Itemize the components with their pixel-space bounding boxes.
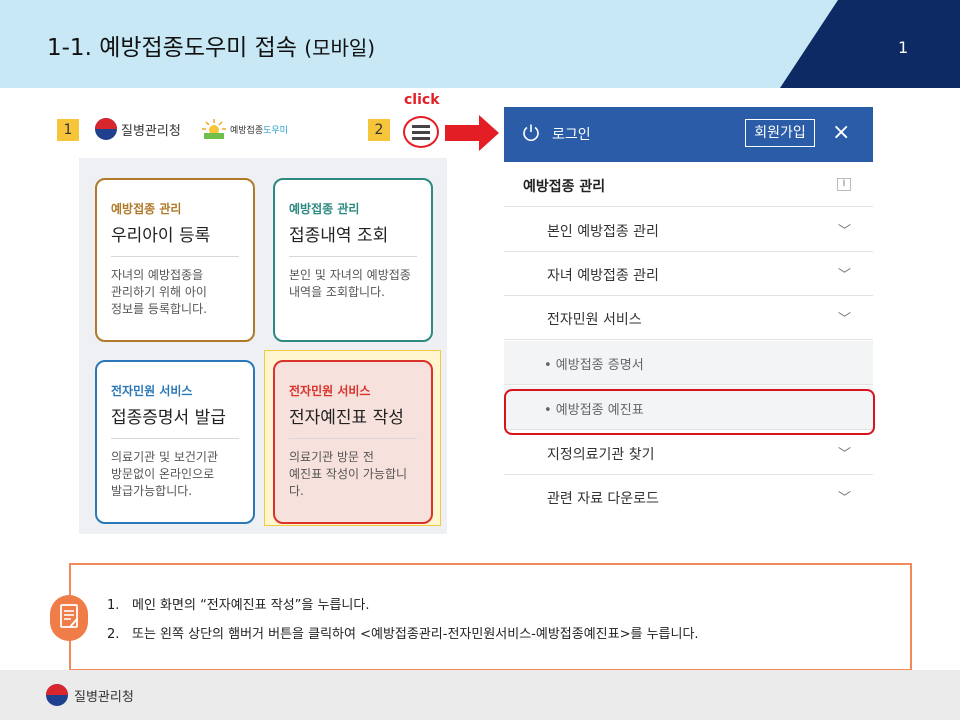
hamburger-line-icon [412,130,430,134]
slide-header: 1-1. 예방접종도우미 접속 (모바일) 1 [0,0,960,88]
drawer-header: 로그인 회원가입 × [504,107,873,162]
card-category: 예방접종 관리 [111,202,182,216]
mobile-menu-drawer: 로그인 회원가입 × 예방접종 관리 I 본인 예방접종 관리 ﹀ 자녀 예방접… [504,107,873,525]
menu-item-label: 지정의료기관 찾기 [547,447,655,463]
kdca-logo-text: 질병관리청 [121,123,181,139]
card-description: 의료기관 및 보건기관 방문없이 온라인으로 발급가능합니다. [111,450,218,498]
header-navy-shape [780,0,960,88]
menu-section-label: 예방접종 관리 [523,179,606,195]
card-description: 자녀의 예방접종을 관리하기 위해 아이 정보를 등록합니다. [111,268,207,316]
signup-button[interactable]: 회원가입 [745,119,815,147]
login-link[interactable]: 로그인 [552,124,591,144]
card-vaccination-history[interactable]: 예방접종 관리 접종내역 조회 본인 및 자녀의 예방접종 내역을 조회합니다. [273,178,433,342]
card-e-prescreening[interactable]: 전자민원 서비스 전자예진표 작성 의료기관 방문 전 예진표 작성이 가능합니다… [273,360,433,524]
menu-item-label: 관련 자료 다운로드 [547,491,659,507]
menu-item-downloads[interactable]: 관련 자료 다운로드 ﹀ [504,475,873,519]
card-description: 의료기관 방문 전 예진표 작성이 가능합니다. [289,450,408,498]
menu-item-e-civil-service[interactable]: 전자민원 서비스 ﹀ [504,296,873,340]
kdca-logo[interactable]: 질병관리청 [95,118,181,140]
card-title: 우리아이 등록 [111,221,239,257]
chevron-down-icon: ﹀ [838,491,852,506]
hamburger-menu-button[interactable] [403,116,439,148]
chevron-down-icon: ﹀ [838,224,852,239]
footer-logo-text: 질병관리청 [74,689,134,705]
page-number: 1 [898,38,909,57]
card-certificate-issue[interactable]: 전자민원 서비스 접종증명서 발급 의료기관 및 보건기관 방문없이 온라인으로 발… [95,360,255,524]
card-description: 본인 및 자녀의 예방접종 내역을 조회합니다. [289,268,411,299]
footer-logo: 질병관리청 [46,684,134,706]
slide-title-text: 1-1. 예방접종도우미 접속 [47,35,297,61]
menu-item-self-vaccination[interactable]: 본인 예방접종 관리 ﹀ [504,208,873,252]
card-title: 접종내역 조회 [289,221,417,257]
card-category: 전자민원 서비스 [289,384,371,398]
red-arrow-icon [445,115,499,151]
menu-item-label: 자녀 예방접종 관리 [547,268,659,284]
step-badge-2: 2 [368,119,390,141]
highlight-red-box [504,389,875,435]
chevron-up-icon: ﹀ [838,312,852,327]
taeguk-icon [46,684,68,706]
taeguk-icon [95,118,117,140]
card-title: 접종증명서 발급 [111,403,239,439]
menu-item-find-clinic[interactable]: 지정의료기관 찾기 ﹀ [504,431,873,475]
vaccination-helper-logo[interactable]: 예방접종도우미 [201,118,288,140]
submenu-item-label: • 예방접종 증명서 [544,358,644,373]
slide-footer [0,670,960,720]
card-category: 예방접종 관리 [289,202,360,216]
chevron-down-icon: ﹀ [838,447,852,462]
menu-item-child-vaccination[interactable]: 자녀 예방접종 관리 ﹀ [504,252,873,296]
chevron-down-icon: ﹀ [838,268,852,283]
click-annotation: click [404,92,440,108]
card-register-child[interactable]: 예방접종 관리 우리아이 등록 자녀의 예방접종을 관리하기 위해 아이 정보를 등… [95,178,255,342]
memo-icon [50,595,88,641]
close-icon[interactable]: × [832,120,850,145]
hamburger-line-icon [412,136,430,140]
vaccination-helper-text: 예방접종도우미 [230,125,288,136]
sun-logo-icon [202,119,226,139]
power-icon [523,124,539,141]
card-title: 전자예진표 작성 [289,403,417,439]
step-badge-1: 1 [57,119,79,141]
instruction-box: 1. 메인 화면의 “전자예진표 작성”을 누릅니다. 2. 또는 왼쪽 상단의 햄… [69,563,912,671]
menu-item-label: 본인 예방접종 관리 [547,224,659,240]
instruction-2: 2. 또는 왼쪽 상단의 햄버거 버튼을 클릭하여 <예방접종관리-전자민원서비스… [107,627,699,642]
card-category: 전자민원 서비스 [111,384,193,398]
slide-title-suffix: (모바일) [304,36,376,60]
submenu-item-certificate[interactable]: • 예방접종 증명서 [504,341,873,385]
collapse-icon[interactable]: I [837,178,851,191]
menu-item-label: 전자민원 서비스 [547,312,642,328]
slide-title: 1-1. 예방접종도우미 접속 (모바일) [47,28,375,62]
menu-section-vaccination[interactable]: 예방접종 관리 I [504,163,873,207]
hamburger-line-icon [412,124,430,128]
instruction-1: 1. 메인 화면의 “전자예진표 작성”을 누릅니다. [107,598,370,613]
